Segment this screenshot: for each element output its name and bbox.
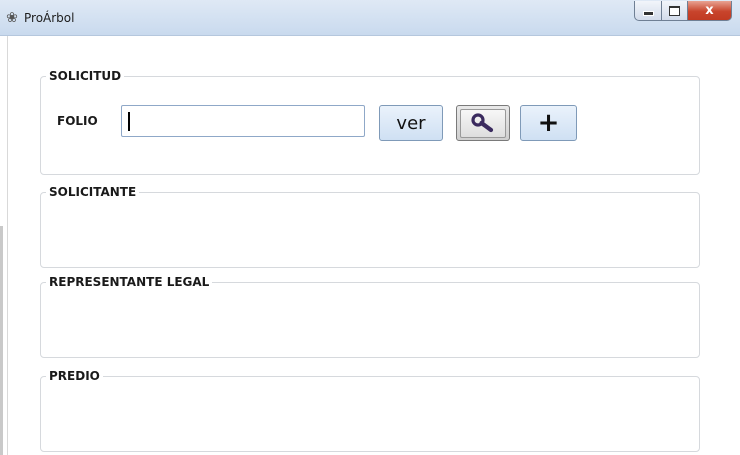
minimize-button[interactable] — [634, 1, 662, 21]
add-button[interactable]: + — [520, 105, 577, 141]
magnifier-icon — [471, 113, 494, 133]
solicitud-group-title: SOLICITUD — [46, 69, 125, 83]
representante-legal-group-title: REPRESENTANTE LEGAL — [46, 275, 213, 289]
close-icon: x — [705, 3, 714, 18]
window-left-border — [0, 36, 8, 455]
window-controls: x — [634, 1, 732, 21]
minimize-icon — [642, 11, 654, 16]
tree-emblem-icon: ❀ — [6, 9, 18, 25]
plus-icon: + — [537, 108, 560, 138]
predio-group: PREDIO — [40, 369, 700, 452]
maximize-icon — [669, 5, 680, 16]
solicitante-group: SOLICITANTE — [40, 185, 700, 268]
maximize-button[interactable] — [662, 1, 688, 21]
representante-legal-group: REPRESENTANTE LEGAL — [40, 275, 700, 358]
solicitud-group: SOLICITUD FOLIO ver + — [40, 69, 700, 175]
folio-input[interactable] — [121, 105, 365, 137]
form-client-area: SOLICITUD FOLIO ver + SOLICITANTE REPRES… — [8, 36, 740, 455]
text-cursor — [128, 112, 130, 131]
ver-button[interactable]: ver — [379, 105, 443, 141]
close-button[interactable]: x — [688, 1, 732, 21]
window-titlebar[interactable]: ❀ ProÁrbol x — [0, 0, 740, 36]
window-title: ProÁrbol — [24, 11, 75, 25]
folio-label: FOLIO — [57, 114, 98, 128]
search-button[interactable] — [456, 105, 510, 141]
predio-group-title: PREDIO — [46, 369, 103, 383]
solicitante-group-title: SOLICITANTE — [46, 185, 140, 199]
ver-button-label: ver — [396, 112, 426, 134]
